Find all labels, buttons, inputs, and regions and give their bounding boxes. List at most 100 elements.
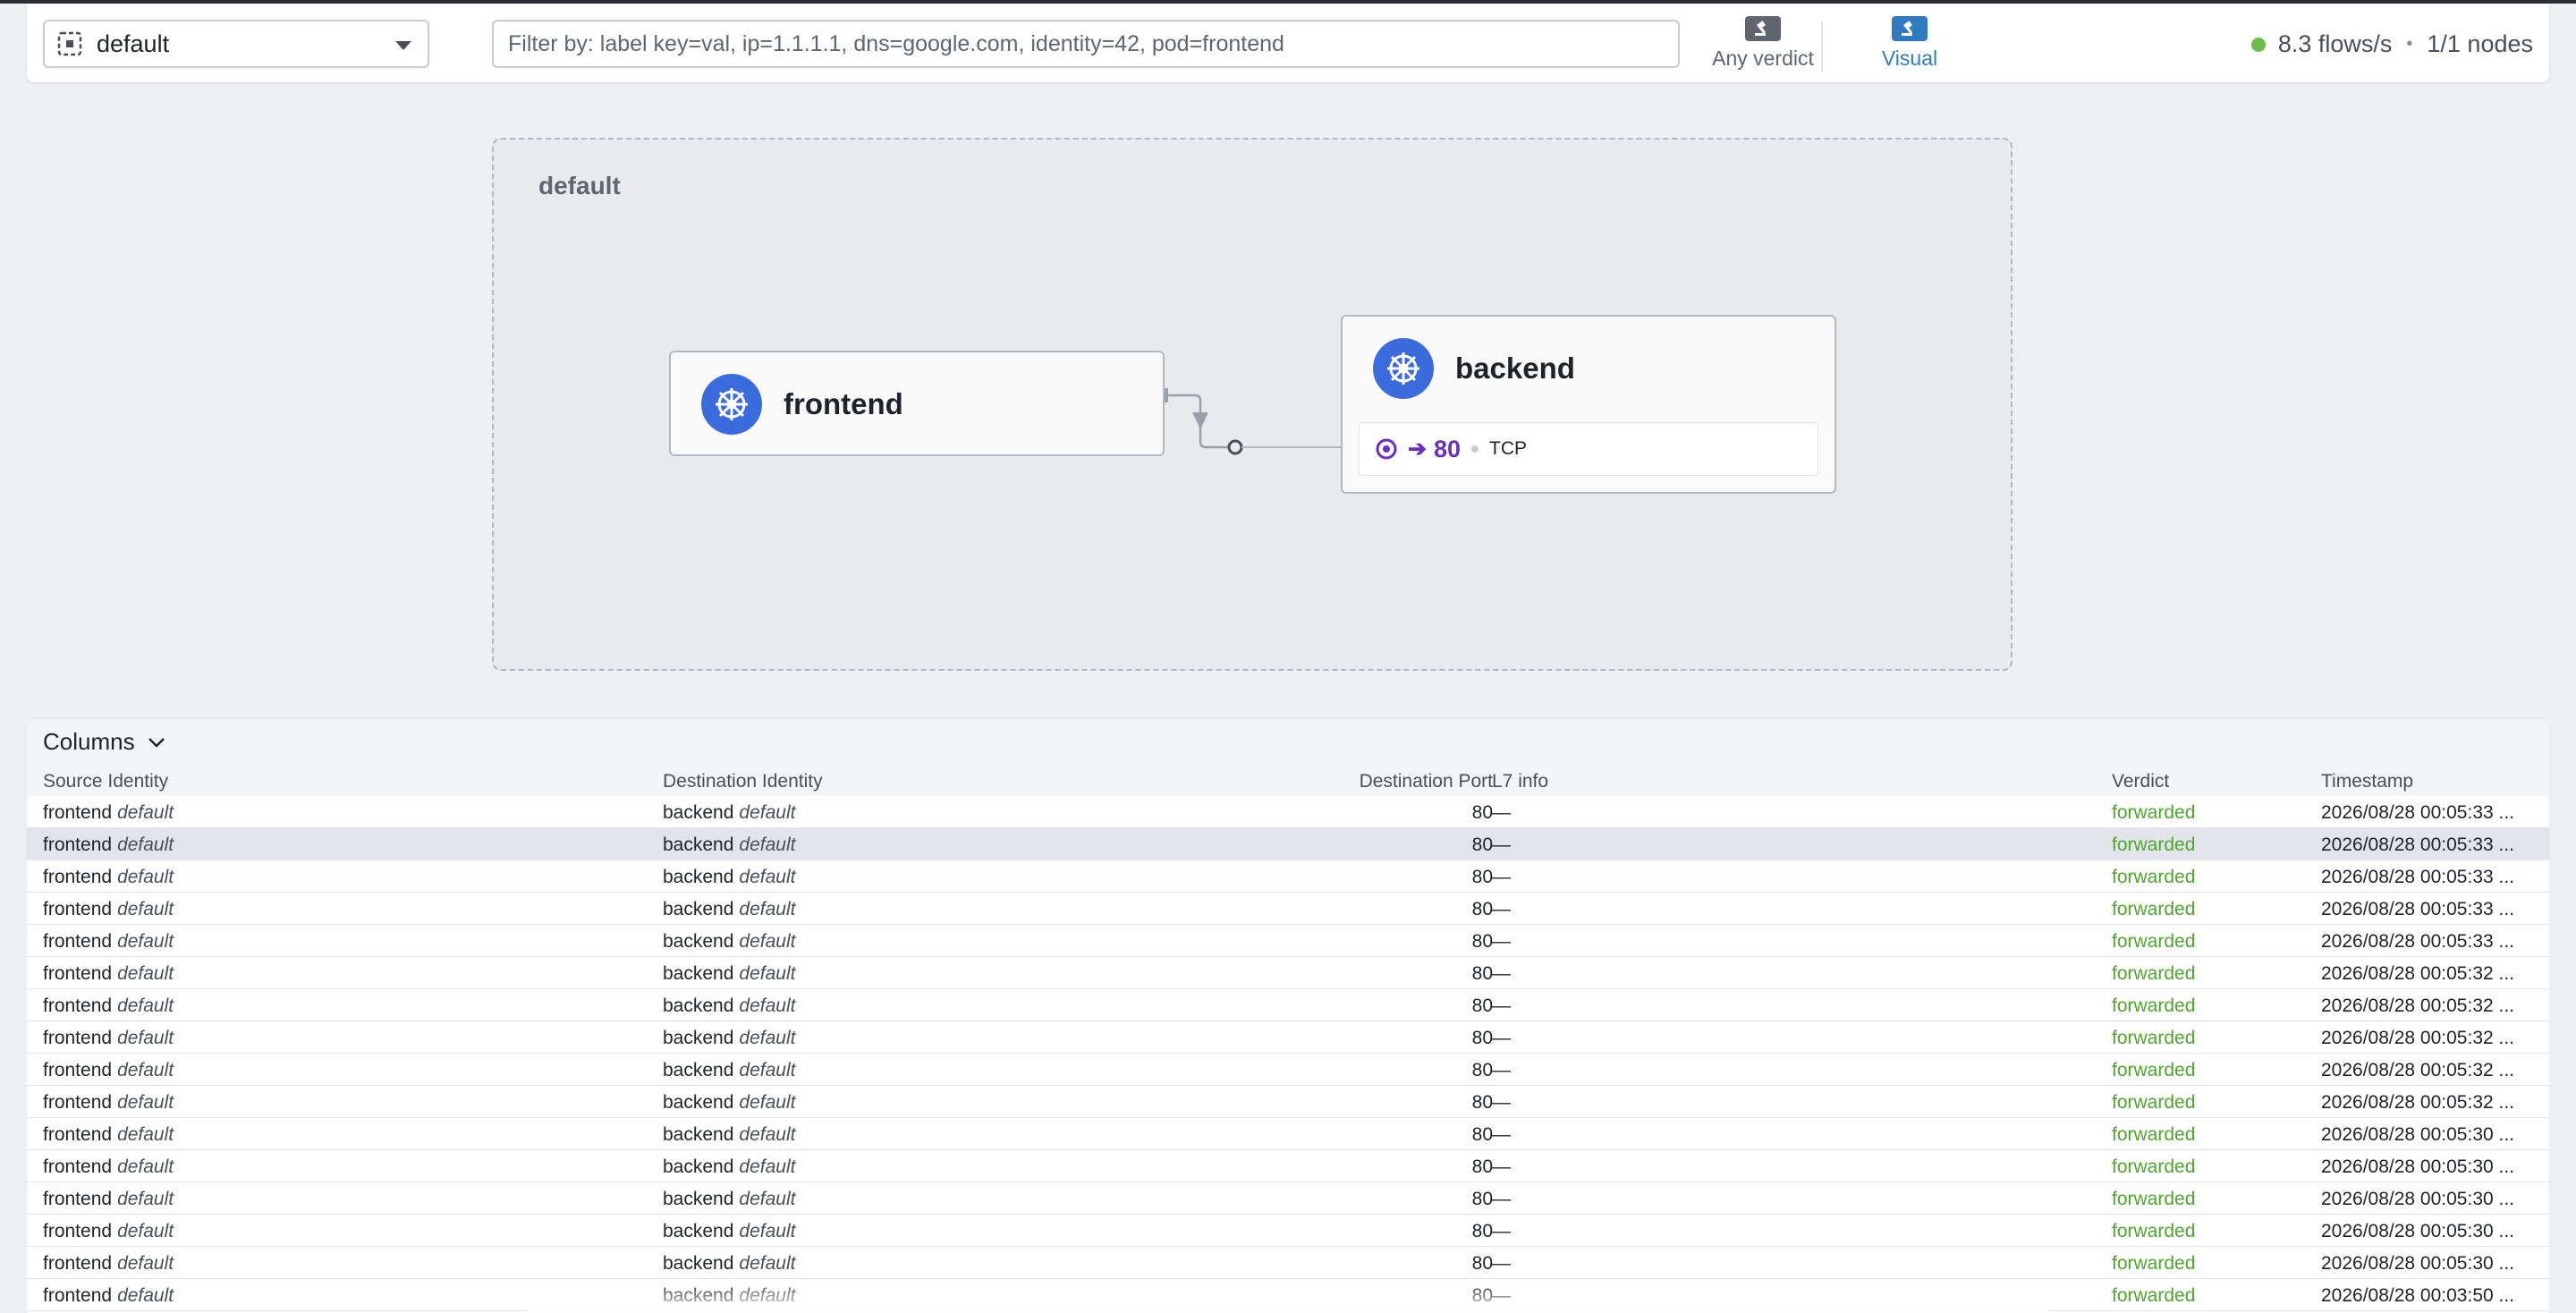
destination-identity-cell: backenddefault: [663, 1124, 795, 1146]
destination-namespace: default: [739, 995, 796, 1016]
l7-info-cell: —: [1492, 867, 1511, 887]
source-identity-cell: frontend default: [43, 963, 174, 985]
table-row[interactable]: frontenddefaultbackenddefault80—forwarde…: [27, 925, 2549, 957]
timestamp-cell: 2026/08/28 00:05:32 ...: [2321, 995, 2515, 1016]
destination-namespace: default: [739, 867, 796, 887]
source-namespace: default: [117, 931, 174, 952]
destination-identity: backend: [663, 1189, 734, 1209]
table-row[interactable]: frontenddefaultbackenddefault80—forwarde…: [27, 860, 2549, 893]
timestamp-cell: 2026/08/28 00:05:33 ...: [2321, 899, 2515, 919]
timestamp-cell: 2026/08/28 00:05:30 ...: [2321, 1221, 2515, 1241]
destination-identity-cell: backenddefault: [663, 931, 795, 953]
table-row[interactable]: frontenddefaultbackenddefault80—forwarde…: [27, 1247, 2549, 1279]
frontend-service-card[interactable]: frontend: [669, 351, 1165, 456]
source-namespace: default: [117, 899, 174, 919]
source-identity: frontend: [43, 1060, 113, 1080]
table-row[interactable]: frontenddefaultbackenddefault80—forwarde…: [27, 1150, 2549, 1182]
destination-identity: backend: [663, 1156, 734, 1177]
destination-identity: backend: [663, 899, 734, 919]
link-junction: [1227, 439, 1243, 455]
destination-port-cell: 80: [1471, 1124, 1493, 1145]
destination-identity-cell: backenddefault: [663, 963, 795, 985]
destination-port-cell: 80: [1471, 899, 1493, 919]
source-identity-cell: frontend default: [43, 1221, 174, 1242]
source-identity: frontend: [43, 899, 113, 919]
flows-table-panel: Columns Source Identity Destination Iden…: [27, 719, 2549, 1313]
timestamp-cell: 2026/08/28 00:05:30 ...: [2321, 1124, 2515, 1145]
columns-button[interactable]: Columns: [43, 728, 165, 756]
table-row[interactable]: frontenddefaultbackenddefault80—forwarde…: [27, 1215, 2549, 1247]
header-source-identity[interactable]: Source Identity: [43, 771, 168, 792]
source-identity: frontend: [43, 834, 113, 855]
timestamp-cell: 2026/08/28 00:05:32 ...: [2321, 1028, 2515, 1048]
destination-identity: backend: [663, 1028, 734, 1048]
destination-identity: backend: [663, 995, 734, 1016]
header-destination-identity[interactable]: Destination Identity: [663, 771, 823, 792]
source-identity-cell: frontend default: [43, 1156, 174, 1178]
table-row[interactable]: frontenddefaultbackenddefault80—forwarde…: [27, 989, 2549, 1021]
destination-identity: backend: [663, 1124, 734, 1145]
table-row[interactable]: frontenddefaultbackenddefault80—forwarde…: [27, 796, 2549, 828]
verdict-cell: forwarded: [2112, 1189, 2196, 1209]
table-row[interactable]: frontenddefaultbackenddefault80—forwarde…: [27, 957, 2549, 989]
service-link: [1163, 388, 1373, 455]
l7-info-cell: —: [1492, 1092, 1511, 1113]
backend-service-card[interactable]: backend ➔ 80 TCP: [1341, 315, 1836, 494]
source-namespace: default: [117, 1028, 174, 1048]
table-row[interactable]: frontenddefaultbackenddefault80—forwarde…: [27, 1086, 2549, 1118]
table-row[interactable]: frontenddefaultbackenddefault80—forwarde…: [27, 1118, 2549, 1150]
source-identity: frontend: [43, 995, 113, 1016]
l7-info-cell: —: [1492, 1156, 1511, 1177]
header-timestamp[interactable]: Timestamp: [2321, 771, 2413, 792]
verdict-cell: forwarded: [2112, 995, 2196, 1016]
table-row[interactable]: frontenddefaultbackenddefault80—forwarde…: [27, 1182, 2549, 1215]
source-identity: frontend: [43, 867, 113, 887]
destination-identity-cell: backenddefault: [663, 802, 795, 824]
destination-identity-cell: backenddefault: [663, 1156, 795, 1178]
source-identity-cell: frontend default: [43, 834, 174, 856]
source-namespace: default: [117, 1092, 174, 1113]
header-l7-info[interactable]: L7 info: [1492, 771, 1548, 792]
timestamp-cell: 2026/08/28 00:05:30 ...: [2321, 1156, 2515, 1177]
table-row[interactable]: frontenddefaultbackenddefault80—forwarde…: [27, 1021, 2549, 1054]
destination-namespace: default: [739, 1189, 796, 1209]
verdict-cell: forwarded: [2112, 1060, 2196, 1080]
destination-namespace: default: [739, 1124, 796, 1145]
source-identity: frontend: [43, 1285, 113, 1306]
timestamp-cell: 2026/08/28 00:05:30 ...: [2321, 1189, 2515, 1209]
source-namespace: default: [117, 1285, 174, 1306]
destination-identity: backend: [663, 1253, 734, 1274]
backend-port-row[interactable]: ➔ 80 TCP: [1359, 422, 1818, 476]
destination-identity-cell: backenddefault: [663, 1060, 795, 1081]
port-separator-dot: [1471, 445, 1479, 453]
destination-port-cell: 80: [1471, 867, 1493, 887]
source-namespace: default: [117, 1221, 174, 1241]
source-identity: frontend: [43, 1028, 113, 1048]
source-identity-cell: frontend default: [43, 1124, 174, 1146]
timestamp-cell: 2026/08/28 00:05:33 ...: [2321, 802, 2515, 823]
table-row[interactable]: frontenddefaultbackenddefault80—forwarde…: [27, 828, 2549, 860]
timestamp-cell: 2026/08/28 00:05:33 ...: [2321, 931, 2515, 952]
frontend-service-name: frontend: [784, 387, 903, 420]
verdict-cell: forwarded: [2112, 1028, 2196, 1048]
destination-port-cell: 80: [1471, 1253, 1493, 1274]
destination-namespace: default: [739, 963, 796, 984]
destination-port-cell: 80: [1471, 931, 1493, 952]
table-row[interactable]: frontenddefaultbackenddefault80—forwarde…: [27, 1054, 2549, 1086]
timestamp-cell: 2026/08/28 00:03:50 ...: [2321, 1285, 2515, 1306]
destination-identity-cell: backenddefault: [663, 995, 795, 1017]
table-row[interactable]: frontenddefaultbackenddefault80—forwarde…: [27, 893, 2549, 925]
destination-identity: backend: [663, 1221, 734, 1241]
source-identity-cell: frontend default: [43, 867, 174, 888]
source-namespace: default: [117, 995, 174, 1016]
timestamp-cell: 2026/08/28 00:05:33 ...: [2321, 834, 2515, 855]
l7-info-cell: —: [1492, 1189, 1511, 1209]
destination-port-cell: 80: [1471, 995, 1493, 1016]
l7-info-cell: —: [1492, 995, 1511, 1016]
source-identity-cell: frontend default: [43, 1189, 174, 1210]
link-arrow-icon: [1192, 412, 1208, 429]
source-namespace: default: [117, 1189, 174, 1209]
destination-namespace: default: [739, 802, 796, 823]
header-verdict[interactable]: Verdict: [2112, 771, 2169, 792]
header-destination-port[interactable]: Destination Port: [1279, 771, 1493, 792]
